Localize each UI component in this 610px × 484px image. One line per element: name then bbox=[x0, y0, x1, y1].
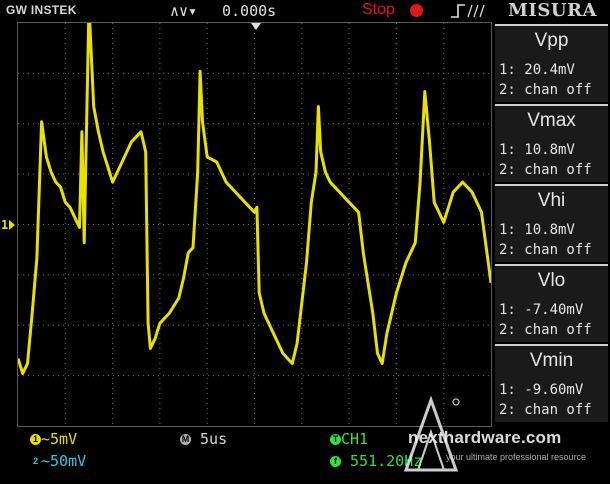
trigger-badge: T bbox=[330, 434, 341, 445]
ch2-value: 2: chan off bbox=[499, 162, 592, 178]
menu-item-label: Vmin bbox=[529, 350, 574, 371]
trigger-source[interactable]: T CH1 bbox=[330, 430, 368, 448]
timebase-badge: M bbox=[180, 434, 191, 445]
watermark-text: nexthardware.com bbox=[408, 428, 562, 447]
ch1-value: 1: 20.4mV bbox=[499, 62, 575, 78]
ch1-value: 1: -7.40mV bbox=[499, 302, 584, 318]
trigger-edge-icon bbox=[451, 4, 485, 18]
brand-logo: GW INSTEK bbox=[6, 3, 77, 17]
timebase-value: 5us bbox=[200, 430, 228, 448]
time-control-icon[interactable]: ∧∨▾ bbox=[170, 2, 197, 20]
ch1-value: 1: 10.8mV bbox=[499, 142, 575, 158]
menu-item-label: Vmax bbox=[527, 110, 576, 131]
ch2-value: 2: chan off bbox=[499, 322, 592, 338]
ch1-ground-marker: 1 bbox=[1, 218, 9, 232]
trigger-source-value: CH1 bbox=[341, 430, 369, 448]
ch1-arrow-icon bbox=[9, 220, 15, 230]
menu-item-label: Vpp bbox=[534, 30, 569, 51]
ch1-badge: 1 bbox=[30, 434, 41, 445]
ch1-scale[interactable]: 1 ~5mV bbox=[30, 430, 77, 448]
menu-item-vlo[interactable]: Vlo 1: -7.40mV 2: chan off bbox=[495, 264, 608, 342]
menu-item-vhi[interactable]: Vhi 1: 10.8mV 2: chan off bbox=[495, 184, 608, 262]
ch2-value: 2: chan off bbox=[499, 402, 592, 418]
menu-item-vmax[interactable]: Vmax 1: 10.8mV 2: chan off bbox=[495, 104, 608, 182]
waveform-display bbox=[17, 22, 492, 427]
ch2-scale-value: ~50mV bbox=[41, 452, 87, 470]
ch2-value: 2: chan off bbox=[499, 242, 592, 258]
ch2-scale[interactable]: 2 ~50mV bbox=[30, 452, 86, 470]
menu-item-vmin[interactable]: Vmin 1: -9.60mV 2: chan off bbox=[495, 344, 608, 422]
graticule bbox=[18, 23, 491, 426]
time-offset: 0.000s bbox=[222, 2, 277, 20]
frequency-badge: f bbox=[330, 456, 341, 467]
ch2-value: 2: chan off bbox=[499, 82, 592, 98]
top-bar: GW INSTEK ∧∨▾ 0.000s Stop MISURA bbox=[0, 0, 610, 22]
menu-title: MISURA bbox=[508, 0, 597, 21]
menu-item-label: Vhi bbox=[537, 190, 566, 211]
menu-item-label: Vlo bbox=[537, 270, 566, 291]
timebase[interactable]: M 5us bbox=[180, 430, 227, 448]
stop-icon bbox=[410, 4, 423, 17]
menu-item-vpp[interactable]: Vpp 1: 20.4mV 2: chan off bbox=[495, 24, 608, 102]
ch1-scale-value: ~5mV bbox=[41, 430, 78, 448]
ch2-badge: 2 bbox=[32, 456, 38, 466]
watermark-tagline: your ultimate professional resource bbox=[446, 452, 587, 462]
ch1-value: 1: -9.60mV bbox=[499, 382, 584, 398]
run-status[interactable]: Stop bbox=[362, 1, 395, 19]
trigger-position-icon bbox=[251, 23, 261, 30]
ch1-value: 1: 10.8mV bbox=[499, 222, 575, 238]
